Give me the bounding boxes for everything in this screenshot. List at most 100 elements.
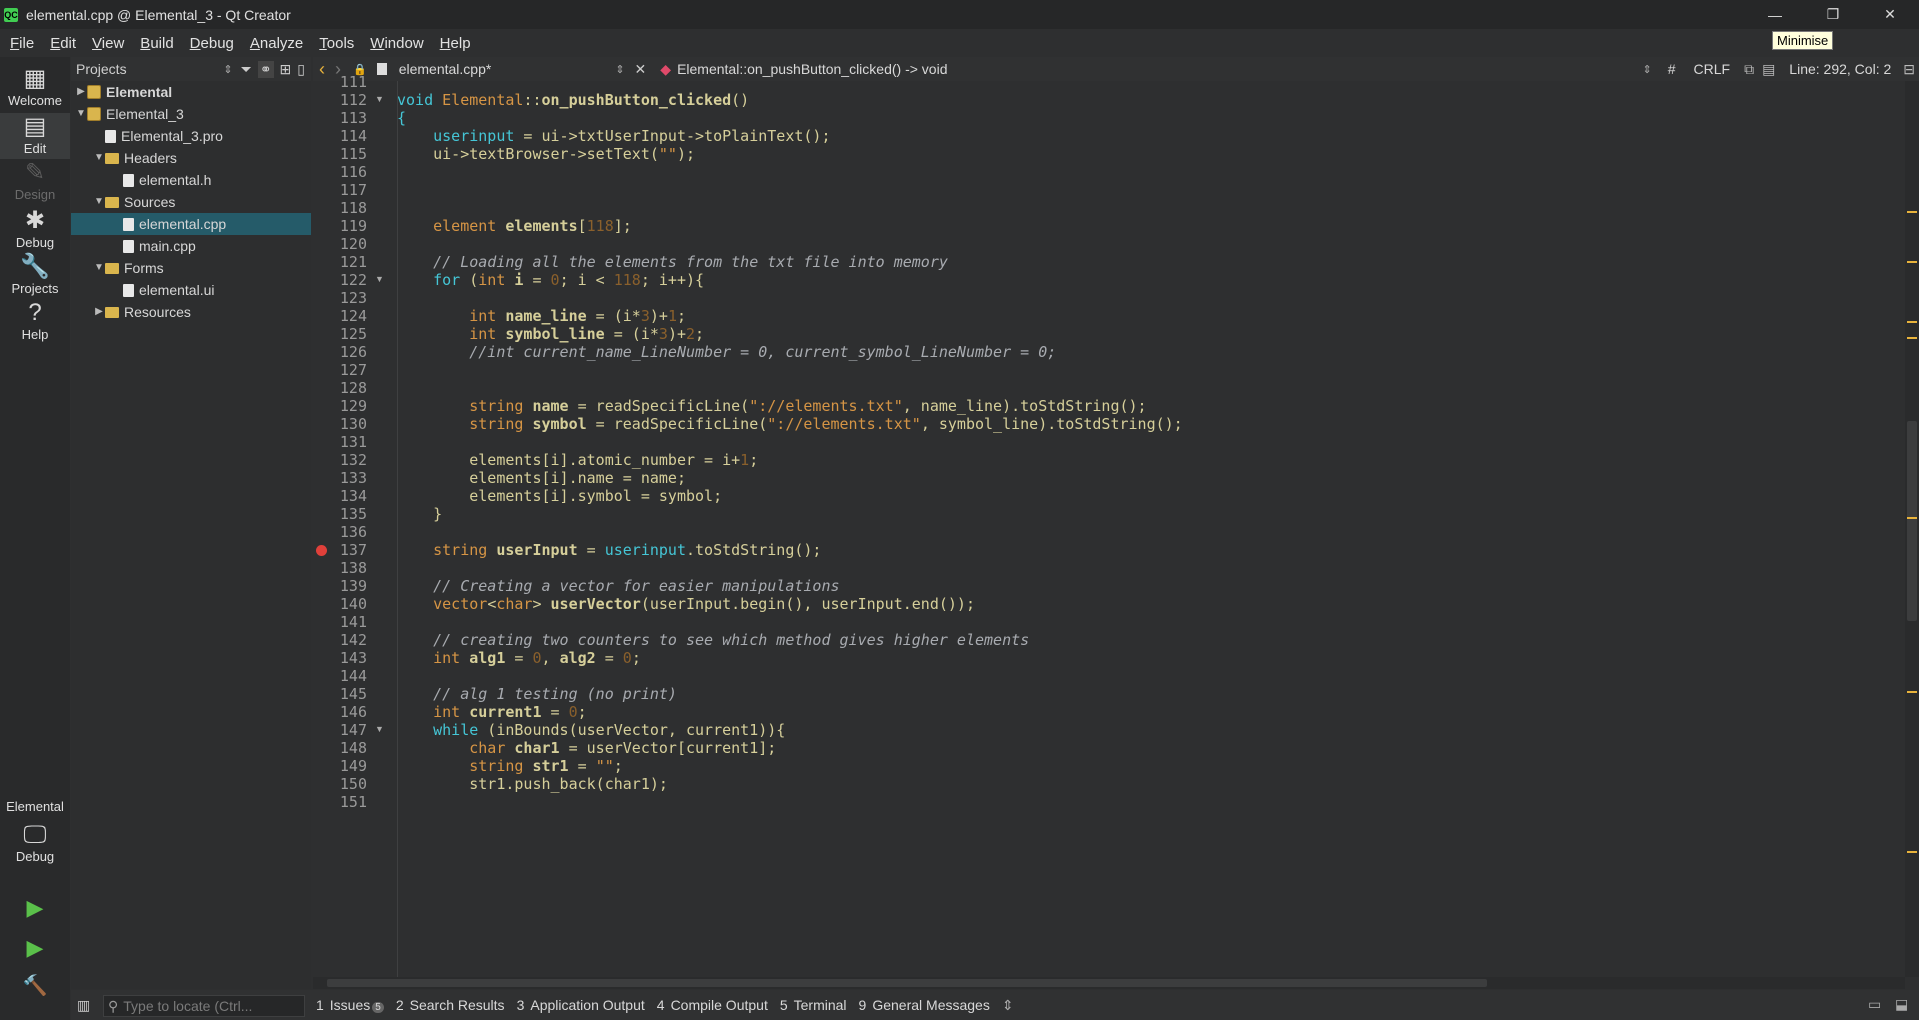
open-document-combo[interactable]: elemental.cpp*	[399, 61, 492, 77]
code-line[interactable]: while (inBounds(userVector, current1)){	[397, 721, 785, 739]
cursor-position[interactable]: Line: 292, Col: 2	[1789, 61, 1891, 77]
output-pane-toggle-icon[interactable]: ▭	[1868, 996, 1881, 1013]
expanded-arrow-icon[interactable]: ▼	[93, 191, 105, 213]
code-line[interactable]: // Loading all the elements from the txt…	[397, 253, 948, 271]
h-scrollbar-thumb[interactable]	[327, 979, 1487, 987]
code-line[interactable]: char char1 = userVector[current1];	[397, 739, 776, 757]
menu-window[interactable]: Window	[360, 35, 429, 52]
code-line[interactable]: elements[i].atomic_number = i+1;	[397, 451, 758, 469]
code-line[interactable]: int alg1 = 0, alg2 = 0;	[397, 649, 641, 667]
code-line[interactable]: int name_line = (i*3)+1;	[397, 307, 686, 325]
tree-item-forms[interactable]: ▼ Forms	[71, 257, 311, 279]
split-link-icon[interactable]: ⧉	[1744, 61, 1754, 78]
code-line[interactable]: //int current_name_LineNumber = 0, curre…	[397, 343, 1056, 361]
code-line[interactable]: string name = readSpecificLine("://eleme…	[397, 397, 1146, 415]
expanded-arrow-icon[interactable]: ▼	[75, 103, 87, 125]
hash-button[interactable]: #	[1668, 61, 1676, 77]
code-line[interactable]: elements[i].symbol = symbol;	[397, 487, 722, 505]
close-document-button[interactable]: ✕	[635, 61, 647, 78]
code-line[interactable]: userinput = ui->txtUserInput->toPlainTex…	[397, 127, 830, 145]
code-line[interactable]: int symbol_line = (i*3)+2;	[397, 325, 704, 343]
expanded-arrow-icon[interactable]: ▼	[93, 147, 105, 169]
filter-icon[interactable]: ⏷	[241, 61, 252, 78]
menu-analyze[interactable]: Analyze	[240, 35, 309, 52]
code-line[interactable]: for (int i = 0; i < 118; i++){	[397, 271, 704, 289]
locator-input[interactable]: ⚲ Type to locate (Ctrl...	[103, 995, 305, 1017]
tree-item-resources[interactable]: ▶ Resources	[71, 301, 311, 323]
tree-item-main-cpp[interactable]: main.cpp	[71, 235, 311, 257]
symbol-combo-arrow-icon[interactable]: ⇕	[1642, 63, 1651, 76]
code-line[interactable]: elements[i].name = name;	[397, 469, 686, 487]
kit-project-label[interactable]: Elemental	[0, 799, 70, 814]
fold-marker-icon[interactable]: ▼	[375, 724, 384, 734]
restore-button[interactable]: ❐	[1804, 0, 1862, 29]
fold-marker-icon[interactable]: ▼	[375, 274, 384, 284]
mode-help[interactable]: ? Help	[0, 299, 70, 345]
output-tab-terminal[interactable]: 5 Terminal	[780, 997, 847, 1013]
mode-debug[interactable]: ✱ Debug	[0, 207, 70, 253]
code-line[interactable]: vector<char> userVector(userInput.begin(…	[397, 595, 975, 613]
code-line[interactable]: string userInput = userinput.toStdString…	[397, 541, 821, 559]
menu-tools[interactable]: Tools	[309, 35, 360, 52]
menu-file[interactable]: File	[0, 35, 40, 52]
code-editor[interactable]: void Elemental::on_pushButton_clicked(){…	[397, 81, 1905, 977]
minimize-button[interactable]: —	[1746, 0, 1804, 29]
tree-item-elemental-3[interactable]: ▼ Elemental_3	[71, 103, 311, 125]
mode-welcome[interactable]: ▦ Welcome	[0, 65, 70, 111]
split-icon[interactable]: ⊞	[280, 61, 292, 78]
tree-item-elemental-3-pro[interactable]: Elemental_3.pro	[71, 125, 311, 147]
code-line[interactable]: // creating two counters to see which me…	[397, 631, 1029, 649]
code-line[interactable]: {	[397, 109, 406, 127]
code-line[interactable]: }	[397, 505, 442, 523]
close-button[interactable]: ✕	[1861, 0, 1919, 29]
output-tab-application-output[interactable]: 3 Application Output	[517, 997, 645, 1013]
close-sidebar-icon[interactable]: ▯	[297, 61, 305, 78]
debug-run-icon[interactable]: ▶	[0, 935, 70, 961]
tree-item-sources[interactable]: ▼ Sources	[71, 191, 311, 213]
tree-item-elemental-ui[interactable]: elemental.ui	[71, 279, 311, 301]
projects-view-selector[interactable]: Projects	[76, 61, 127, 77]
symbol-combo[interactable]: Elemental::on_pushButton_clicked() -> vo…	[677, 61, 947, 77]
line-ending-button[interactable]: CRLF	[1694, 61, 1731, 77]
toggle-sidebar-icon[interactable]: ▥	[77, 997, 90, 1014]
code-line[interactable]: ui->textBrowser->setText("");	[397, 145, 695, 163]
scrollbar-thumb[interactable]	[1907, 421, 1917, 621]
code-line[interactable]: str1.push_back(char1);	[397, 775, 668, 793]
document-combo-arrow-icon[interactable]: ⇕	[615, 63, 624, 76]
fold-marker-icon[interactable]: ▼	[375, 94, 384, 104]
output-tab-compile-output[interactable]: 4 Compile Output	[657, 997, 768, 1013]
code-line[interactable]: string symbol = readSpecificLine("://ele…	[397, 415, 1182, 433]
collapsed-arrow-icon[interactable]: ▶	[93, 301, 105, 323]
tree-item-elemental-h[interactable]: elemental.h	[71, 169, 311, 191]
menu-build[interactable]: Build	[130, 35, 179, 52]
menu-help[interactable]: Help	[430, 35, 477, 52]
breakpoint-icon[interactable]	[316, 545, 327, 556]
fold-column[interactable]: ▼ ▼ ▼	[373, 81, 393, 977]
expanded-arrow-icon[interactable]: ▼	[93, 257, 105, 279]
code-line[interactable]: string str1 = "";	[397, 757, 623, 775]
output-tab-search-results[interactable]: 2 Search Results	[396, 997, 505, 1013]
vertical-scrollbar[interactable]	[1905, 81, 1919, 977]
code-line[interactable]: // Creating a vector for easier manipula…	[397, 577, 839, 595]
more-tabs-icon[interactable]: ⇕	[1002, 997, 1014, 1014]
output-tab-general-messages[interactable]: 9 General Messages	[859, 997, 990, 1013]
horizontal-scrollbar[interactable]	[313, 977, 1905, 989]
split-editor-icon[interactable]: ⊟	[1903, 61, 1915, 78]
code-line[interactable]: int current1 = 0;	[397, 703, 587, 721]
tree-item-elemental[interactable]: ▶ Elemental	[71, 81, 311, 103]
menu-debug[interactable]: Debug	[180, 35, 240, 52]
link-icon[interactable]: ⚭	[257, 60, 274, 78]
split-view-icon[interactable]: ▤	[1762, 61, 1775, 78]
mode-projects[interactable]: 🔧 Projects	[0, 253, 70, 299]
tree-item-elemental-cpp[interactable]: elemental.cpp	[71, 213, 311, 235]
kit-selector[interactable]: 🖵 Debug	[0, 821, 70, 864]
run-icon[interactable]: ▶	[0, 895, 70, 921]
selector-arrow-icon[interactable]: ⇕	[223, 63, 232, 76]
mode-edit[interactable]: ▤ Edit	[0, 113, 70, 159]
code-line[interactable]: // alg 1 testing (no print)	[397, 685, 677, 703]
build-hammer-icon[interactable]: 🔨	[0, 973, 70, 998]
code-line[interactable]: void Elemental::on_pushButton_clicked()	[397, 91, 749, 109]
menu-view[interactable]: View	[82, 35, 130, 52]
maximize-output-icon[interactable]: ⬓	[1895, 996, 1908, 1013]
menu-edit[interactable]: Edit	[40, 35, 82, 52]
